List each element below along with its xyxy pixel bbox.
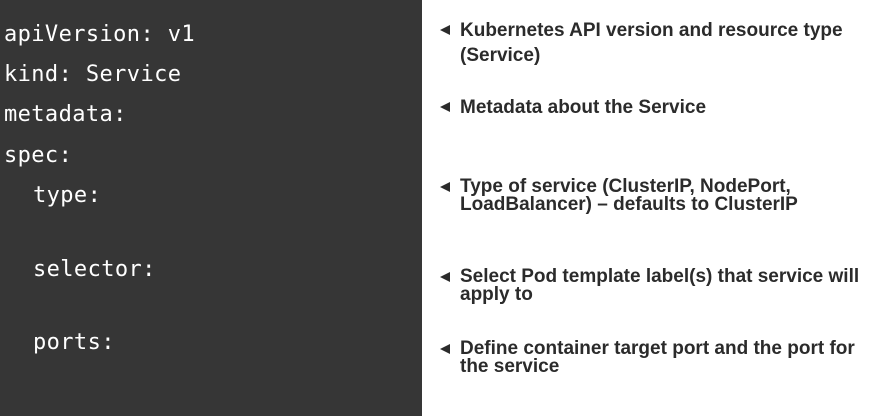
code-line-apiversion: apiVersion: v1 (4, 22, 196, 47)
left-arrow-icon (440, 102, 450, 112)
code-line-type: type: (33, 183, 102, 208)
code-line-ports: ports: (33, 330, 115, 355)
note-selector: Select Pod template label(s) that servic… (440, 266, 872, 305)
left-arrow-icon (440, 272, 450, 282)
note-text: Select Pod template label(s) that servic… (460, 266, 860, 305)
left-arrow-icon (440, 182, 450, 192)
note-text: Kubernetes API version and resource type… (460, 20, 843, 66)
left-arrow-icon (440, 344, 450, 354)
note-type: Type of service (ClusterIP, NodePort, Lo… (440, 176, 872, 215)
note-ports: Define container target port and the por… (440, 338, 872, 377)
annotation-panel: Kubernetes API version and resource type… (422, 0, 875, 416)
note-text: Type of service (ClusterIP, NodePort, Lo… (460, 176, 798, 215)
yaml-code-panel: apiVersion: v1 kind: Service metadata: s… (0, 0, 422, 416)
code-line-spec: spec: (4, 143, 73, 168)
code-line-selector: selector: (33, 257, 156, 282)
note-metadata: Metadata about the Service (440, 95, 872, 120)
left-arrow-icon (440, 25, 450, 35)
note-apiversion-kind: Kubernetes API version and resource type… (440, 18, 872, 68)
code-line-kind: kind: Service (4, 62, 182, 87)
code-line-metadata: metadata: (4, 102, 127, 127)
note-text: Metadata about the Service (460, 97, 707, 118)
note-text: Define container target port and the por… (460, 338, 855, 377)
